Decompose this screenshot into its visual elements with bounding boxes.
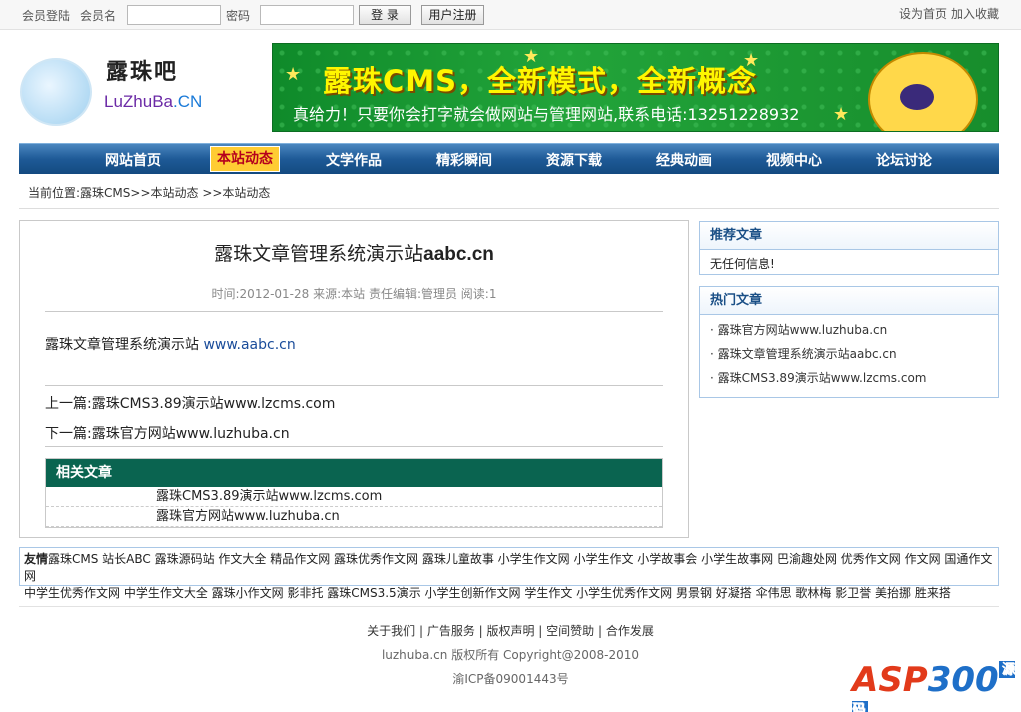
nav-item-home[interactable]: 网站首页 xyxy=(93,150,173,170)
friend-links-line1[interactable]: 露珠CMS 站长ABC 露珠源码站 作文大全 精品作文网 露珠优秀作文网 露珠儿… xyxy=(24,552,992,583)
nav-item-animation[interactable]: 经典动画 xyxy=(644,150,724,170)
nav-item-news[interactable]: 本站动态 xyxy=(210,146,280,172)
list-item[interactable]: · 露珠CMS3.89演示站www.lzcms.com xyxy=(700,366,998,390)
ad-banner[interactable]: ★ ★ ★ ★ 露珠CMS，全新模式，全新概念 真给力！只要你会打字就会做网站与… xyxy=(272,43,999,132)
star-icon: ★ xyxy=(285,64,302,85)
list-item[interactable]: · 露珠文章管理系统演示站aabc.cn xyxy=(700,342,998,366)
logo-text-cn: 露珠吧 xyxy=(106,59,179,85)
login-bar: 会员登陆 会员名 密码 登 录 用户注册 设为首页 加入收藏 xyxy=(0,0,1021,30)
footer-links[interactable]: 关于我们 | 广告服务 | 版权声明 | 空间赞助 | 合作发展 xyxy=(0,622,1021,639)
breadcrumb: 当前位置:露珠CMS>>本站动态 >>本站动态 xyxy=(28,186,271,200)
hot-box: 热门文章 · 露珠官方网站www.luzhuba.cn · 露珠文章管理系统演示… xyxy=(699,286,999,398)
banner-title: 露珠CMS，全新模式，全新概念 xyxy=(323,64,758,98)
article-body: 露珠文章管理系统演示站 www.aabc.cn xyxy=(45,337,296,353)
star-icon: ★ xyxy=(833,104,850,125)
list-item[interactable]: 露珠官方网站www.luzhuba.cn xyxy=(46,507,662,527)
logo-text-en: LuZhuBa.CN xyxy=(104,92,203,111)
leaf-icon xyxy=(20,58,92,126)
recommend-empty: 无任何信息! xyxy=(710,257,775,271)
add-favorite-link[interactable]: 加入收藏 xyxy=(951,5,999,22)
recommend-box: 推荐文章 无任何信息! xyxy=(699,221,999,275)
asp300-watermark-logo: ASP300 源码 xyxy=(852,660,1021,712)
login-label: 会员登陆 xyxy=(22,9,71,23)
register-button[interactable]: 用户注册 xyxy=(421,5,484,25)
recommend-header: 推荐文章 xyxy=(700,222,998,250)
divider xyxy=(45,385,663,386)
banner-subtitle: 真给力！只要你会打字就会做网站与管理网站,联系电话:13251228932 xyxy=(293,105,800,124)
article-link[interactable]: www.aabc.cn xyxy=(203,337,295,353)
nav-item-literature[interactable]: 文学作品 xyxy=(314,150,394,170)
related-articles: 相关文章 露珠CMS3.89演示站www.lzcms.com 露珠官方网站www… xyxy=(45,458,663,528)
article-panel: 露珠文章管理系统演示站aabc.cn 时间:2012-01-28 来源:本站 责… xyxy=(19,220,689,538)
nav-item-video[interactable]: 视频中心 xyxy=(754,150,834,170)
login-button[interactable]: 登 录 xyxy=(359,5,411,25)
prev-article-link[interactable]: 上一篇:露珠CMS3.89演示站www.lzcms.com xyxy=(45,393,335,413)
article-meta: 时间:2012-01-28 来源:本站 责任编辑:管理员 阅读:1 xyxy=(211,287,497,301)
nav-item-downloads[interactable]: 资源下载 xyxy=(534,150,614,170)
username-label: 会员名 xyxy=(80,9,117,23)
list-item[interactable]: · 露珠官方网站www.luzhuba.cn xyxy=(700,318,998,342)
list-item[interactable]: 露珠CMS3.89演示站www.lzcms.com xyxy=(46,487,662,507)
divider xyxy=(45,446,663,447)
related-header: 相关文章 xyxy=(46,459,662,487)
divider xyxy=(45,311,663,312)
password-label: 密码 xyxy=(226,9,251,23)
next-article-link[interactable]: 下一篇:露珠官方网站www.luzhuba.cn xyxy=(45,423,290,443)
username-input[interactable] xyxy=(127,5,221,25)
main-nav: 网站首页 本站动态 文学作品 精彩瞬间 资源下载 经典动画 视频中心 论坛讨论 xyxy=(19,143,999,174)
hot-header: 热门文章 xyxy=(700,287,998,315)
divider xyxy=(19,208,999,209)
set-home-link[interactable]: 设为首页 xyxy=(899,5,947,22)
article-title: 露珠文章管理系统演示站aabc.cn xyxy=(214,243,494,265)
site-logo[interactable]: 露珠吧 LuZhuBa.CN xyxy=(20,40,260,130)
friend-links: 友情露珠CMS 站长ABC 露珠源码站 作文大全 精品作文网 露珠优秀作文网 露… xyxy=(19,547,999,600)
friend-links-line2[interactable]: 中学生优秀作文网 中学生作文大全 露珠小作文网 影非托 露珠CMS3.5演示 小… xyxy=(24,585,994,602)
divider xyxy=(19,606,999,607)
friend-label: 友情 xyxy=(24,552,49,566)
nav-item-moments[interactable]: 精彩瞬间 xyxy=(424,150,504,170)
password-input[interactable] xyxy=(260,5,354,25)
nav-item-forum[interactable]: 论坛讨论 xyxy=(864,150,944,170)
